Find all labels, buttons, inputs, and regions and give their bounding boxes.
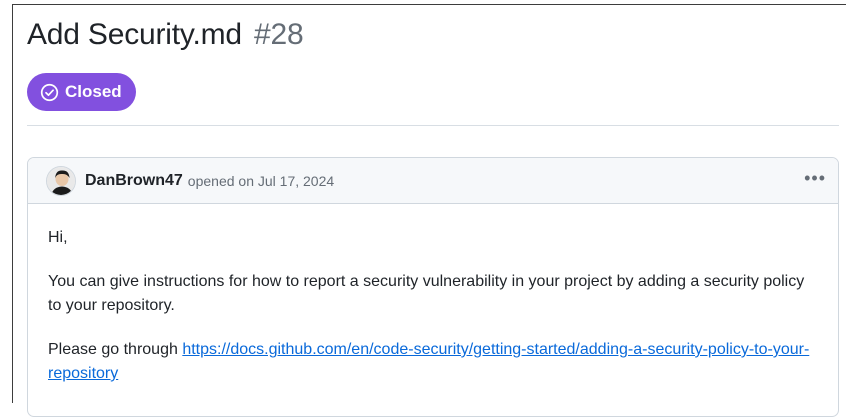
comment-timestamp: opened on Jul 17, 2024 — [187, 172, 335, 189]
issue-comment: DanBrown47 opened on Jul 17, 2024 ••• Hi… — [27, 157, 839, 417]
comment-link-paragraph: Please go through https://docs.github.co… — [48, 338, 818, 386]
comment-greeting: Hi, — [48, 229, 68, 246]
check-circle-icon — [40, 83, 59, 102]
comment-body: Hi, You can give instructions for how to… — [28, 204, 838, 386]
avatar[interactable] — [46, 165, 76, 196]
link-prefix-text: Please go through — [48, 341, 178, 358]
comment-paragraph: You can give instructions for how to rep… — [48, 273, 805, 314]
issue-state-badge: Closed — [27, 73, 136, 111]
header-divider — [27, 125, 839, 126]
kebab-horizontal-icon[interactable]: ••• — [804, 169, 826, 193]
issue-title: Add Security.md #28 — [27, 18, 304, 52]
comment-author-link[interactable]: DanBrown47 — [85, 172, 183, 190]
issue-title-text: Add Security.md — [27, 18, 242, 51]
issue-state-label: Closed — [65, 82, 122, 101]
issue-number: #28 — [254, 18, 304, 51]
comment-header: DanBrown47 opened on Jul 17, 2024 ••• — [28, 158, 838, 204]
